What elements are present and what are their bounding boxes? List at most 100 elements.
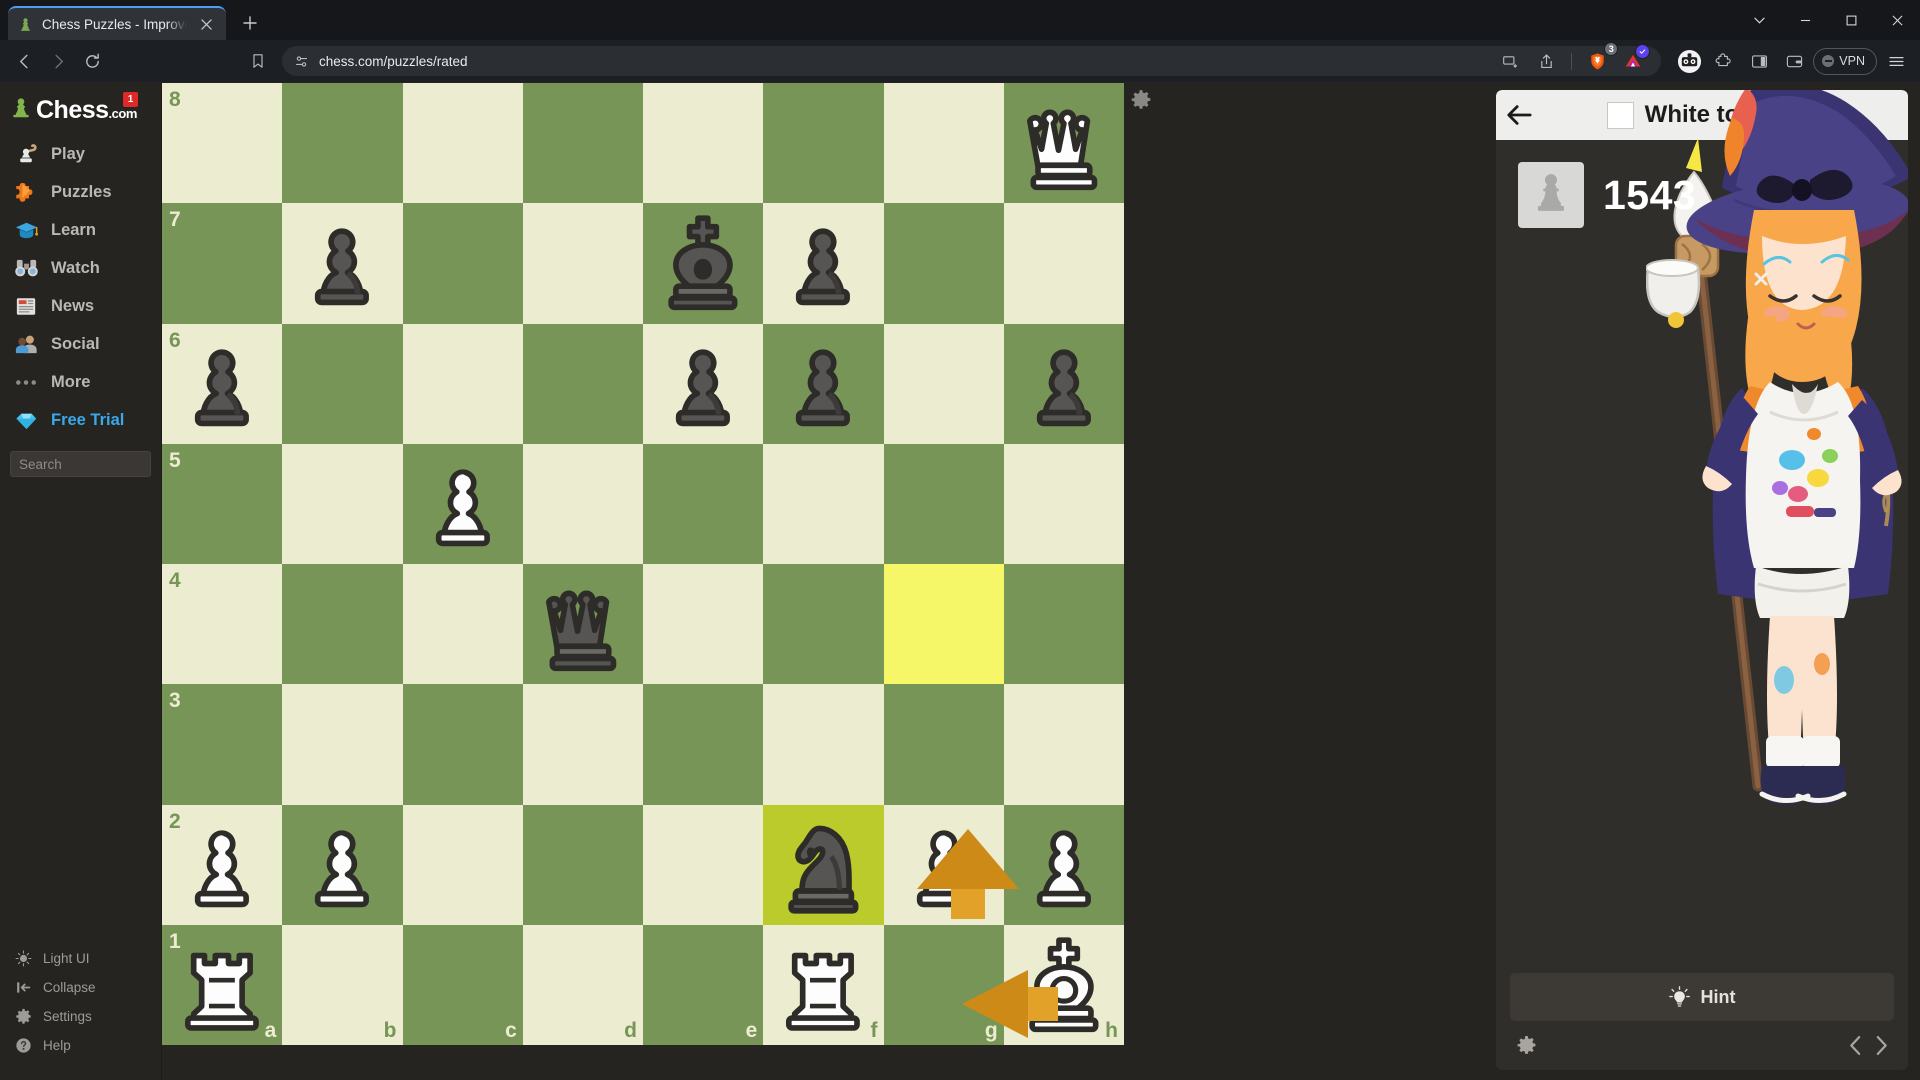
window-close-button[interactable] [1874,4,1920,36]
board-square-d7[interactable] [522,203,643,324]
piece-bP-f7[interactable] [763,203,883,323]
piece-bP-e6[interactable] [643,324,763,444]
board-square-b1[interactable]: b [282,924,403,1045]
board-square-g7[interactable] [883,203,1004,324]
board-square-c2[interactable] [402,804,523,925]
chevron-right-icon[interactable] [1873,1035,1890,1056]
board-square-a1[interactable]: 1a [162,924,283,1045]
board-square-h2[interactable] [1003,804,1124,925]
piece-bN-f2[interactable] [763,805,883,925]
board-square-h7[interactable] [1003,203,1124,324]
board-square-f5[interactable] [763,443,884,564]
extensions-puzzle-icon[interactable] [1708,45,1740,77]
vpn-button[interactable]: VPN [1813,47,1877,75]
sidebar-item-social[interactable]: Social [0,325,161,363]
board-square-d5[interactable] [522,443,643,564]
new-tab-button[interactable] [236,9,264,37]
board-square-g1[interactable]: g [883,924,1004,1045]
board-square-f4[interactable] [763,564,884,685]
board-square-e5[interactable] [643,443,764,564]
brave-shields-icon[interactable]: 3 [1581,42,1619,77]
board-square-d4[interactable] [522,564,643,685]
sidebar-item-collapse[interactable]: Collapse [0,973,161,1002]
board-square-c4[interactable] [402,564,523,685]
sidebar-item-learn[interactable]: Learn [0,211,161,249]
sidebar-item-light-ui[interactable]: Light UI [0,944,161,973]
board-square-d2[interactable] [522,804,643,925]
search-input[interactable] [10,451,151,477]
back-arrow-icon[interactable] [1496,104,1542,126]
board-square-d6[interactable] [522,323,643,444]
piece-bP-a6[interactable] [162,324,282,444]
window-minimize-button[interactable] [1782,4,1828,36]
sidebar-panel-icon[interactable] [1743,45,1775,77]
board-square-a6[interactable]: 6 [162,323,283,444]
forward-button[interactable] [42,45,74,77]
share-icon[interactable] [1530,45,1562,77]
back-button[interactable] [8,45,40,77]
chevron-left-icon[interactable] [1847,1035,1864,1056]
board-square-b4[interactable] [282,564,403,685]
board-square-h1[interactable]: h [1003,924,1124,1045]
board-square-a4[interactable]: 4 [162,564,283,685]
piece-bK-e7[interactable] [643,203,763,323]
board-square-c6[interactable] [402,323,523,444]
piece-wP-a2[interactable] [162,805,282,925]
sidebar-item-play[interactable]: Play [0,135,161,173]
sidebar-item-free-trial[interactable]: Free Trial [0,401,161,439]
sidebar-item-watch[interactable]: Watch [0,249,161,287]
bookmark-icon[interactable] [242,45,274,77]
board-square-f8[interactable] [763,83,884,204]
board-square-a7[interactable]: 7 [162,203,283,324]
board-square-g8[interactable] [883,83,1004,204]
piece-wP-g2[interactable] [884,805,1004,925]
window-maximize-button[interactable] [1828,4,1874,36]
piece-wR-a1[interactable] [162,925,282,1045]
hamburger-menu-icon[interactable] [1880,45,1912,77]
board-square-b6[interactable] [282,323,403,444]
board-square-h4[interactable] [1003,564,1124,685]
board-square-g5[interactable] [883,443,1004,564]
board-square-a2[interactable]: 2 [162,804,283,925]
piece-bP-h6[interactable] [1004,324,1124,444]
board-square-f2[interactable] [763,804,884,925]
profile-avatar-icon[interactable] [1673,45,1705,77]
piece-wP-c5[interactable] [403,444,523,564]
split-view-icon[interactable] [1494,45,1526,77]
piece-wQ-h8[interactable] [1004,83,1124,203]
board-square-g4[interactable] [883,564,1004,685]
board-square-c5[interactable] [402,443,523,564]
board-square-g3[interactable] [883,684,1004,805]
piece-bP-b7[interactable] [282,203,402,323]
board-square-g6[interactable] [883,323,1004,444]
board-square-f7[interactable] [763,203,884,324]
address-bar[interactable]: chess.com/puzzles/rated 3 [282,42,1662,77]
board-square-h5[interactable] [1003,443,1124,564]
sidebar-item-puzzles[interactable]: Puzzles [0,173,161,211]
board-square-b3[interactable] [282,684,403,805]
board-square-b8[interactable] [282,83,403,204]
board-square-a5[interactable]: 5 [162,443,283,564]
board-square-a3[interactable]: 3 [162,684,283,805]
piece-wR-f1[interactable] [763,925,883,1045]
board-square-e2[interactable] [643,804,764,925]
board-square-e3[interactable] [643,684,764,805]
tab-search-button[interactable] [1736,4,1782,36]
board-square-e8[interactable] [643,83,764,204]
site-settings-icon[interactable] [294,54,309,69]
brave-wallet-icon[interactable] [1778,45,1810,77]
board-square-h3[interactable] [1003,684,1124,805]
board-square-f3[interactable] [763,684,884,805]
piece-wP-b2[interactable] [282,805,402,925]
board-square-d3[interactable] [522,684,643,805]
board-square-b5[interactable] [282,443,403,564]
board-square-c7[interactable] [402,203,523,324]
piece-wK-h1[interactable] [1004,925,1124,1045]
board-square-g2[interactable] [883,804,1004,925]
board-square-c3[interactable] [402,684,523,805]
board-square-b7[interactable] [282,203,403,324]
board-square-e6[interactable] [643,323,764,444]
sidebar-item-news[interactable]: News [0,287,161,325]
board-square-d8[interactable] [522,83,643,204]
piece-bP-f6[interactable] [763,324,883,444]
